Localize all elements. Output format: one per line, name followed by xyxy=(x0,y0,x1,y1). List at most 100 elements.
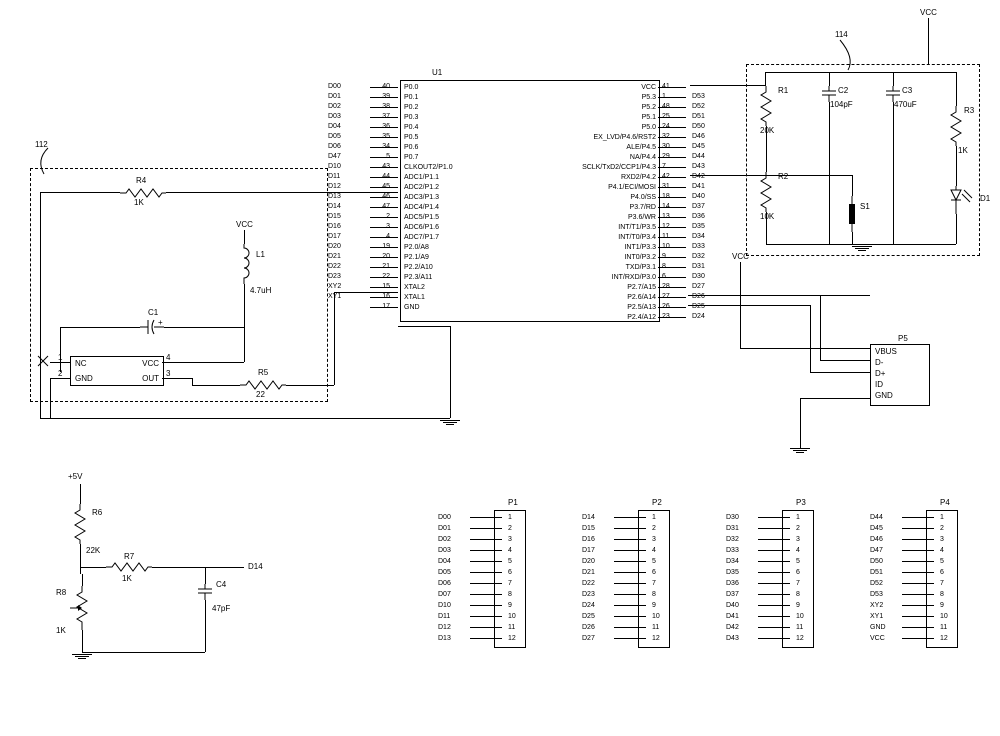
wire xyxy=(820,295,821,360)
r7-val: 1K xyxy=(122,574,132,583)
connector-ref: P3 xyxy=(796,498,806,507)
wire xyxy=(450,326,451,418)
pin-line xyxy=(614,517,646,518)
pin-line xyxy=(658,227,686,228)
d1-label: D1 xyxy=(980,194,990,203)
u1-pin-label: TXD/P3.1 xyxy=(536,263,656,273)
net-label: D15 xyxy=(582,525,612,532)
pin-line xyxy=(902,638,934,639)
wire xyxy=(286,385,334,386)
wire xyxy=(766,244,956,245)
pin-number: 4 xyxy=(648,547,672,554)
wire xyxy=(956,214,957,244)
pin-line xyxy=(470,616,502,617)
pin-number: 3 xyxy=(504,536,528,543)
pin-line xyxy=(370,277,398,278)
net-label: D45 xyxy=(870,525,900,532)
c3-name: C3 xyxy=(902,86,912,95)
pin-line xyxy=(902,561,934,562)
gnd-icon xyxy=(440,420,460,425)
pot-r8 xyxy=(70,586,90,632)
pin-line xyxy=(370,127,398,128)
connector-row: D474 xyxy=(870,545,960,556)
pin-line xyxy=(658,127,686,128)
net-label: D13 xyxy=(438,635,468,642)
pin-number: 5 xyxy=(648,558,672,565)
net-label: D40 xyxy=(726,602,756,609)
pin-number: 2 xyxy=(648,525,672,532)
net-label: D32 xyxy=(692,252,724,262)
u1-pin-label: INT/RXD/P3.0 xyxy=(536,273,656,283)
pin-line xyxy=(658,197,686,198)
pin-number: 9 xyxy=(504,602,528,609)
net-label: D33 xyxy=(692,242,724,252)
wire xyxy=(82,652,205,653)
pin-line xyxy=(658,137,686,138)
wire xyxy=(82,630,83,652)
wire xyxy=(928,18,929,64)
net-label: D25 xyxy=(692,302,724,312)
net-label: D46 xyxy=(870,536,900,543)
net-label: D25 xyxy=(582,613,612,620)
wire xyxy=(60,327,61,372)
pin-line xyxy=(470,627,502,628)
pin-line xyxy=(370,297,398,298)
u1-pin-label: P0.1 xyxy=(404,93,524,103)
net-label: D30 xyxy=(726,514,756,521)
pin-line xyxy=(470,550,502,551)
connector-row: D356 xyxy=(726,567,816,578)
pin-line xyxy=(902,550,934,551)
connector-row: D1211 xyxy=(438,622,528,633)
connector-row: D378 xyxy=(726,589,816,600)
u1-pin-label: RXD2/P4.2 xyxy=(536,173,656,183)
net-label: D36 xyxy=(692,212,724,222)
net-label: D41 xyxy=(692,182,724,192)
inductor-l1 xyxy=(238,244,250,286)
pin-line xyxy=(658,247,686,248)
u1-pin-label: EX_LVD/P4.6/RST2 xyxy=(536,133,656,143)
wire xyxy=(80,544,81,574)
net-label: D27 xyxy=(582,635,612,642)
connector-row: D345 xyxy=(726,556,816,567)
pin-number: 8 xyxy=(504,591,528,598)
connector-row: D023 xyxy=(438,534,528,545)
wire xyxy=(334,292,398,293)
connector-row: D367 xyxy=(726,578,816,589)
u1-pin-label: INT1/P3.3 xyxy=(536,243,656,253)
connector-row: D163 xyxy=(582,534,672,545)
net-label: D41 xyxy=(726,613,756,620)
connector-row: D216 xyxy=(582,567,672,578)
pin-line xyxy=(470,528,502,529)
net-label: D00 xyxy=(328,82,368,92)
pin-number: 9 xyxy=(648,602,672,609)
pin-line xyxy=(758,616,790,617)
u1-pin-label: P4.0/SS xyxy=(536,193,656,203)
net-label: D43 xyxy=(692,162,724,172)
r1-name: R1 xyxy=(778,86,788,95)
net-label: D21 xyxy=(328,252,368,262)
wire xyxy=(765,72,766,86)
u1-pin-label: P0.6 xyxy=(404,143,524,153)
u1-pin-label: P2.0/A8 xyxy=(404,243,524,253)
u1-pin-label: XTAL1 xyxy=(404,293,524,303)
net-label: D53 xyxy=(870,591,900,598)
p5-pin: D+ xyxy=(875,369,925,380)
u1-pin-label: P2.7/A15 xyxy=(536,283,656,293)
net-label: D34 xyxy=(692,232,724,242)
net-label: D14 xyxy=(328,202,368,212)
u1-pin-label: P3.7/RD xyxy=(536,203,656,213)
wire xyxy=(334,292,335,385)
u1-pin-label: VCC xyxy=(536,83,656,93)
net-label: D13 xyxy=(328,192,368,202)
net-label: D24 xyxy=(692,312,724,322)
wire xyxy=(50,378,70,379)
vcc-label: VCC xyxy=(236,220,253,229)
pin-number: 7 xyxy=(792,580,816,587)
pin-line xyxy=(370,107,398,108)
wire xyxy=(60,327,140,328)
pin-number: 6 xyxy=(504,569,528,576)
connector-row: D4110 xyxy=(726,611,816,622)
connector-row: D227 xyxy=(582,578,672,589)
pin-line xyxy=(658,217,686,218)
net-label: D07 xyxy=(438,591,468,598)
